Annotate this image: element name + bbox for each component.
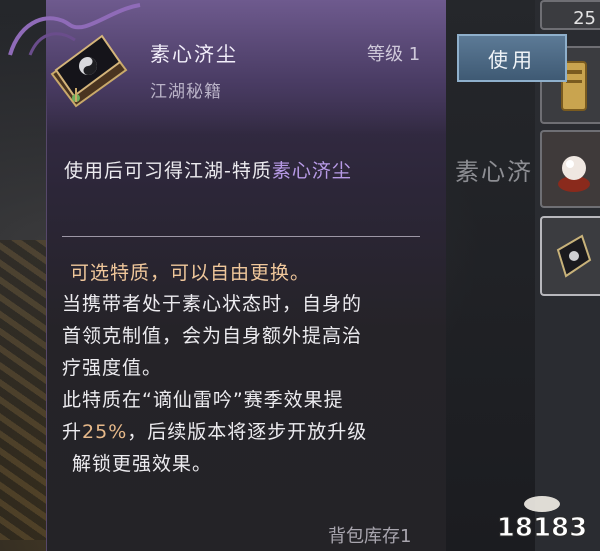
description-line: 首领克制值，会为自身额外提高治 <box>62 325 363 347</box>
line5-suffix: ，后续版本将逐步开放升级 <box>127 421 368 443</box>
description-line: 升25%，后续版本将逐步开放升级 <box>62 416 432 448</box>
item-level: 等级 1 <box>367 44 421 65</box>
item-name: 素心济尘 <box>150 42 238 66</box>
secret-manual-book-icon <box>50 34 128 108</box>
description-line: 此特质在“谪仙雷吟”赛季效果提 <box>62 389 344 411</box>
use-effect-trait-name: 素心济尘 <box>271 160 352 182</box>
inventory-slot-pearl[interactable] <box>540 130 600 208</box>
item-type: 江湖秘籍 <box>150 82 222 102</box>
watermark-text: 18183 <box>497 513 587 543</box>
trait-note: 可选特质，可以自由更换。 <box>70 262 311 284</box>
slot-item-label: 素心济 <box>455 158 533 186</box>
secret-manual-book-icon <box>556 234 592 278</box>
season-bonus-percent: 25% <box>82 421 128 443</box>
trait-description: 当携带者处于素心状态时，自身的 首领克制值，会为自身额外提高治 疗强度值。 此特… <box>62 288 432 480</box>
inventory-slot-top[interactable]: 25 <box>540 0 600 30</box>
slot-count: 25 <box>573 8 596 29</box>
section-divider <box>62 236 420 237</box>
use-button[interactable]: 使用 <box>457 34 567 82</box>
pearl-item-icon <box>558 156 590 192</box>
inventory-slot-book-selected[interactable] <box>540 216 600 296</box>
description-line: 当携带者处于素心状态时，自身的 <box>62 293 363 315</box>
site-logo-watermark: 18183 <box>496 496 588 544</box>
description-line: 疗强度值。 <box>62 357 163 379</box>
use-effect-text: 使用后可习得江湖-特质素心济尘 <box>64 156 352 183</box>
inventory-count: 背包库存1 <box>328 526 412 547</box>
line5-prefix: 升 <box>62 421 83 443</box>
use-effect-prefix: 使用后可习得江湖-特质 <box>64 160 272 182</box>
description-line: 解锁更强效果。 <box>72 453 213 475</box>
